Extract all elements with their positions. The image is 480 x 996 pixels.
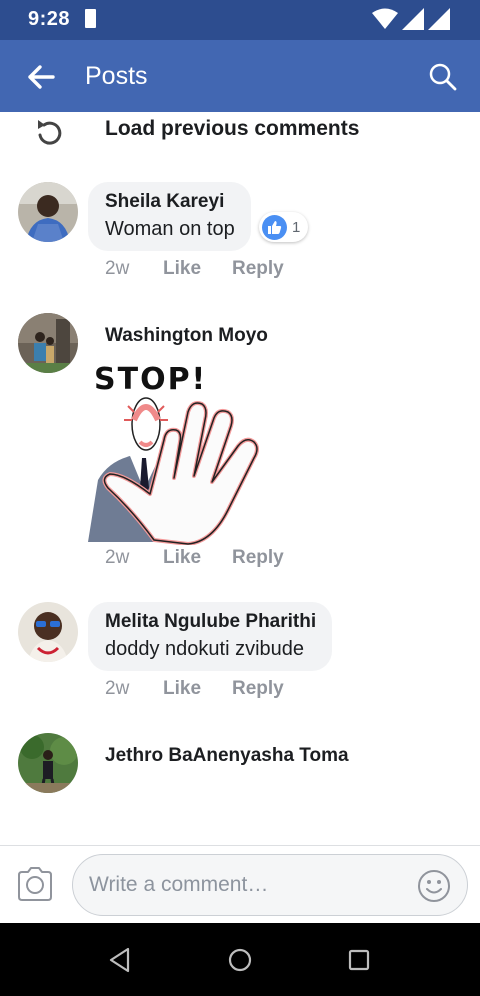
comment-author[interactable]: Jethro BaAnenyasha Toma	[105, 745, 349, 767]
page-title: Posts	[85, 62, 148, 90]
like-button[interactable]: Like	[163, 258, 232, 280]
reply-button[interactable]: Reply	[232, 547, 284, 569]
emoji-icon[interactable]	[417, 869, 451, 903]
comment-actions: 2w Like Reply	[105, 547, 284, 569]
back-arrow-icon[interactable]	[26, 62, 56, 92]
signal-icon-2	[428, 8, 450, 30]
avatar-photo	[18, 182, 78, 242]
status-bar: 9:28	[0, 0, 480, 40]
comment-author[interactable]: Sheila Kareyi	[105, 191, 235, 213]
comment-time: 2w	[105, 258, 130, 279]
status-icons	[372, 8, 450, 30]
sticker-text: STOP!	[94, 362, 207, 397]
comment-text: Woman on top	[105, 218, 235, 240]
nav-home-icon[interactable]	[228, 948, 252, 972]
load-previous-comments[interactable]: Load previous comments	[0, 112, 480, 152]
avatar-photo	[18, 602, 78, 662]
comment-composer	[0, 845, 480, 923]
nav-recent-apps-icon[interactable]	[348, 949, 370, 971]
comment-bubble[interactable]: Melita Ngulube Pharithi doddy ndokuti zv…	[88, 602, 333, 671]
like-button[interactable]: Like	[163, 678, 232, 700]
storage-icon	[85, 9, 96, 28]
comment-actions: 2w Like Reply	[105, 678, 284, 700]
reply-button[interactable]: Reply	[232, 678, 284, 700]
reply-button[interactable]: Reply	[232, 258, 284, 280]
avatar-photo	[18, 313, 78, 373]
app-bar: Posts	[0, 40, 480, 112]
comment-actions: 2w Like Reply	[105, 258, 284, 280]
avatar[interactable]	[18, 313, 78, 373]
refresh-icon	[38, 120, 62, 145]
comment-time: 2w	[105, 547, 130, 568]
wifi-icon	[372, 8, 398, 29]
search-icon[interactable]	[428, 62, 458, 92]
like-button[interactable]: Like	[163, 547, 232, 569]
comment-time: 2w	[105, 678, 130, 699]
comment-author[interactable]: Melita Ngulube Pharithi	[105, 611, 316, 633]
status-time: 9:28	[28, 8, 71, 30]
stop-sticker[interactable]: STOP!	[88, 360, 268, 546]
load-previous-label: Load previous comments	[105, 117, 360, 140]
nav-back-icon[interactable]	[108, 947, 132, 973]
comment-author[interactable]: Washington Moyo	[105, 325, 268, 347]
comment-text: doddy ndokuti zvibude	[105, 638, 305, 660]
comments-list: Load previous comments Sheila Kareyi Wom…	[0, 112, 480, 845]
like-reaction-icon	[262, 214, 287, 240]
comment-bubble[interactable]: Sheila Kareyi Woman on top	[88, 182, 251, 251]
reaction-count: 1	[292, 218, 301, 236]
comment-input[interactable]	[89, 869, 409, 901]
avatar-photo	[18, 733, 78, 793]
reaction-badge[interactable]: 1	[259, 212, 309, 242]
avatar[interactable]	[18, 602, 78, 662]
avatar[interactable]	[18, 182, 78, 242]
avatar[interactable]	[18, 733, 78, 793]
camera-icon[interactable]	[16, 866, 54, 902]
comment-input-field[interactable]	[72, 854, 468, 916]
signal-icon	[402, 8, 424, 30]
navigation-bar	[0, 923, 480, 996]
